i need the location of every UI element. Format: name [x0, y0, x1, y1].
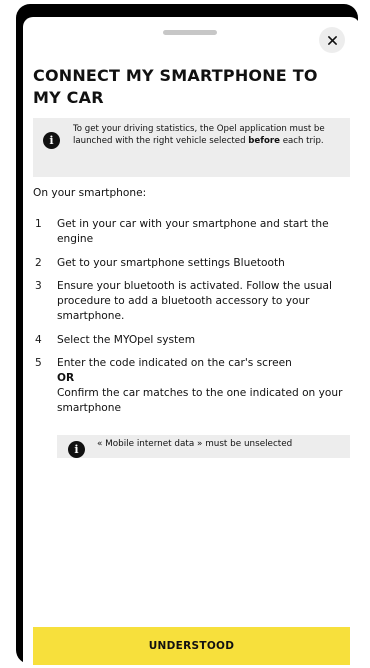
close-icon — [327, 35, 337, 45]
modal-title: CONNECT MY SMARTPHONE TO MY CAR — [33, 66, 318, 107]
intro-text: On your smartphone: — [33, 187, 147, 199]
info-banner-text: To get your driving statistics, the Opel… — [73, 124, 325, 146]
step-text: Get in your car with your smartphone and… — [57, 218, 329, 245]
info-banner-emphasis: before — [248, 136, 280, 146]
step-text: Enter the code indicated on the car's sc… — [57, 356, 349, 416]
step-number: 4 — [35, 334, 42, 346]
step-text: Get to your smartphone settings Bluetoot… — [57, 257, 285, 269]
note-text: « Mobile internet data » must be unselec… — [97, 439, 293, 449]
close-button[interactable] — [319, 27, 345, 53]
mobile-data-note: i « Mobile internet data » must be unsel… — [57, 435, 350, 458]
step-number: 5 — [35, 357, 42, 369]
step-text: Ensure your bluetooth is activated. Foll… — [57, 280, 332, 322]
step-text: Select the MYOpel system — [57, 334, 196, 346]
connect-smartphone-modal: CONNECT MY SMARTPHONE TO MY CAR i To get… — [23, 17, 360, 668]
step-number: 2 — [35, 257, 42, 269]
drag-handle[interactable] — [163, 30, 217, 35]
info-icon: i — [68, 441, 85, 458]
info-banner: i To get your driving statistics, the Op… — [33, 118, 350, 177]
understood-button[interactable]: UNDERSTOOD — [33, 627, 350, 665]
or-label: OR — [57, 372, 75, 384]
step-number: 3 — [35, 280, 42, 292]
info-icon: i — [43, 132, 60, 149]
step-number: 1 — [35, 218, 42, 230]
